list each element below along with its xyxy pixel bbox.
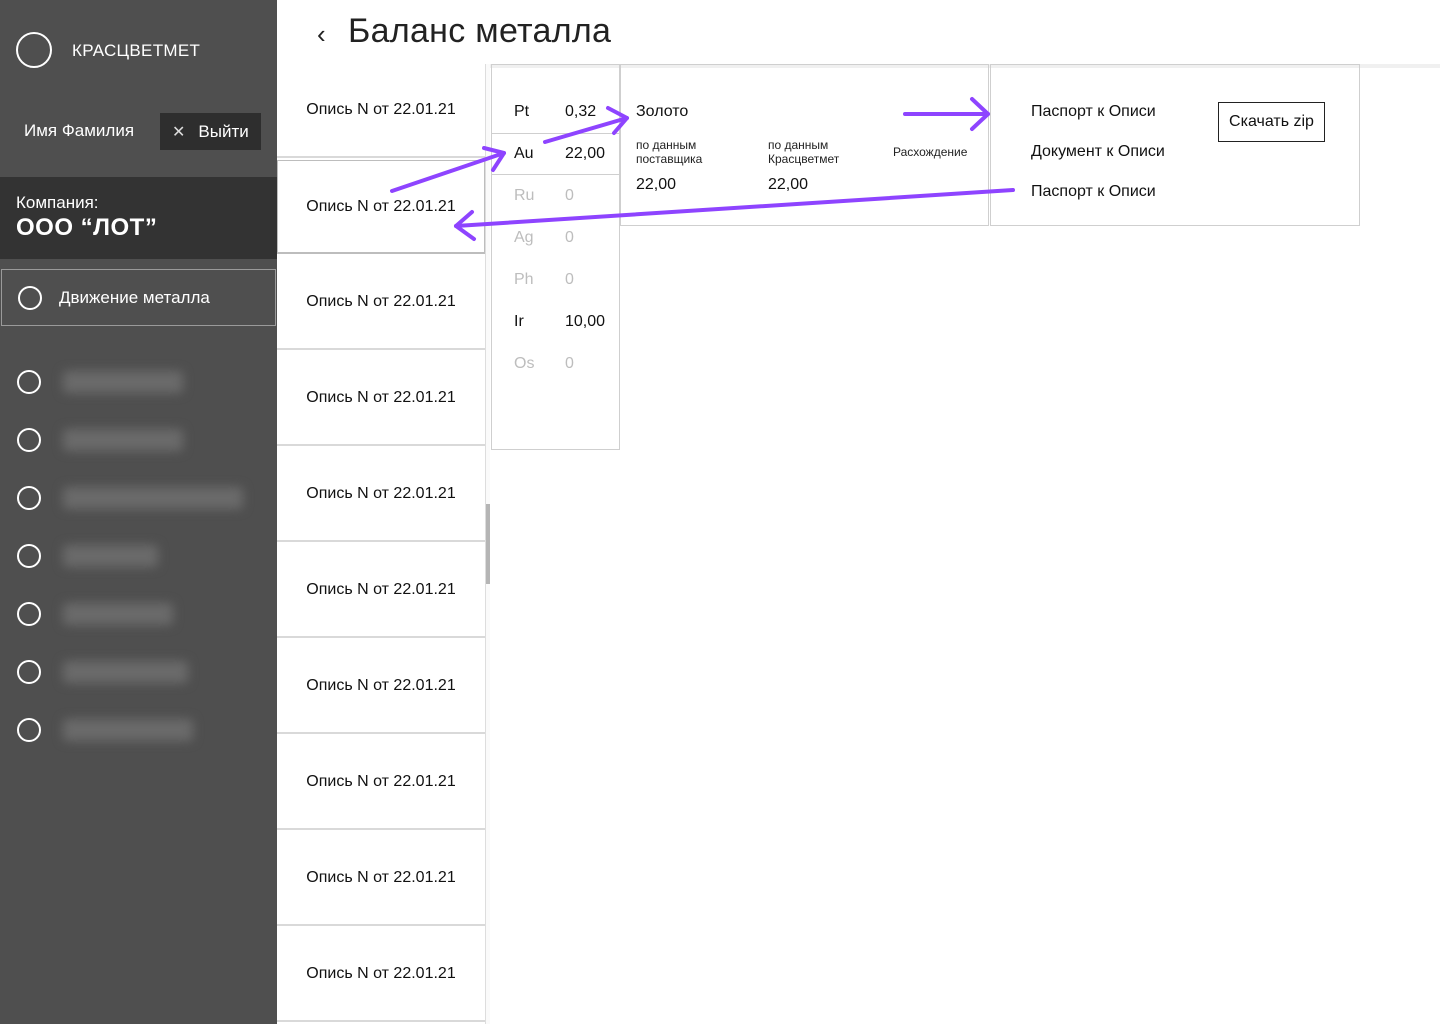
blurred-label [63,719,193,741]
inventory-item[interactable]: Опись N от 22.01.21 [277,832,485,926]
circle-icon [17,486,41,510]
metal-value: 0 [565,187,574,204]
sidebar-item-blurred[interactable] [0,536,277,576]
metal-value: 22,00 [565,145,606,162]
logo-icon [16,32,52,68]
blurred-label [63,603,173,625]
blurred-label [63,487,243,509]
circle-icon [17,660,41,684]
metal-value: 0 [565,229,574,246]
logout-button[interactable]: ✕ Выйти [160,113,261,150]
company-value: 22,00 [768,176,809,193]
metals-table: Pt 0,32 Au 22,00 Ru 0 Ag 0 Ph 0 Ir 10,00… [491,64,620,450]
company-name: ООО “ЛОТ” [16,214,158,241]
inventory-item[interactable]: Опись N от 22.01.21 [277,352,485,446]
metal-symbol: Ir [514,313,524,330]
document-link[interactable]: Паспорт к Описи [1031,103,1156,121]
sidebar: КРАСЦВЕТМЕТ Имя Фамилия ✕ Выйти Компания… [0,0,277,1024]
supplier-caption-line: по данным [636,138,697,152]
company-caption-line: по данным [768,138,829,152]
close-icon: ✕ [172,123,186,141]
blurred-label [63,545,158,567]
logout-label: Выйти [198,121,249,141]
sidebar-item-blurred[interactable] [0,420,277,460]
metal-row-ru[interactable]: Ru 0 [492,175,619,217]
inventory-item[interactable]: Опись N от 22.01.21 [277,448,485,542]
metal-row-au[interactable]: Au 22,00 [492,133,619,175]
documents-card: Паспорт к Описи Документ к Описи Паспорт… [990,64,1360,226]
sidebar-item-blurred[interactable] [0,652,277,692]
metal-symbol: Ru [514,187,535,204]
detail-metal-name: Золото [636,103,689,120]
company-label: Компания: [16,193,99,212]
inventory-item[interactable]: Опись N от 22.01.21 [277,64,485,158]
inventory-item[interactable]: Опись N от 22.01.21 [277,256,485,350]
inventory-item[interactable]: Опись N от 22.01.21 [277,544,485,638]
brand-name: КРАСЦВЕТМЕТ [72,41,201,60]
inventory-item[interactable]: Опись N от 22.01.21 [277,640,485,734]
scrollbar-thumb[interactable] [486,504,490,584]
metal-value: 10,00 [565,313,606,330]
circle-icon [18,285,42,310]
blurred-label [63,371,183,393]
page-title: Баланс металла [348,12,612,50]
metal-symbol: Pt [514,103,530,120]
sidebar-item-blurred[interactable] [0,594,277,634]
document-link[interactable]: Паспорт к Описи [1031,183,1156,201]
inventory-list: Опись N от 22.01.21 Опись N от 22.01.21 … [277,64,486,1024]
supplier-caption: по данным поставщика [636,138,702,166]
inventory-item-selected[interactable]: Опись N от 22.01.21 [277,160,485,254]
metal-symbol: Ag [514,229,534,246]
inventory-item[interactable]: Опись N от 22.01.21 [277,928,485,1022]
circle-icon [17,428,41,452]
document-link[interactable]: Документ к Описи [1031,143,1165,161]
metal-detail-card: Золото по данным поставщика по данным Кр… [620,64,989,226]
metal-row-ir[interactable]: Ir 10,00 [492,301,619,343]
blurred-label [63,429,183,451]
metal-symbol: Ph [514,271,534,288]
sidebar-item-blurred[interactable] [0,362,277,402]
metal-row-os[interactable]: Os 0 [492,343,619,385]
sidebar-item-metal-movement[interactable]: Движение металла [1,269,276,326]
diff-caption: Расхождение [893,145,968,159]
circle-icon [17,370,41,394]
blurred-label [63,661,188,683]
sidebar-item-blurred[interactable] [0,710,277,750]
metal-value: 0 [565,355,574,372]
company-block: Компания: ООО “ЛОТ” [0,177,277,259]
supplier-value: 22,00 [636,176,677,193]
company-caption: по данным Красцветмет [768,138,839,166]
inventory-item[interactable]: Опись N от 22.01.21 [277,736,485,830]
metal-value: 0 [565,271,574,288]
metal-symbol: Au [514,145,534,162]
metal-symbol: Os [514,355,535,372]
sidebar-item-label: Движение металла [59,287,210,307]
sidebar-item-blurred[interactable] [0,478,277,518]
metal-value: 0,32 [565,103,597,120]
metal-row-ag[interactable]: Ag 0 [492,217,619,259]
metal-row-pt[interactable]: Pt 0,32 [492,91,619,133]
chevron-left-icon[interactable]: ‹ [317,19,326,50]
metal-row-ph[interactable]: Ph 0 [492,259,619,301]
user-name: Имя Фамилия [24,121,135,140]
company-caption-line: Красцветмет [768,152,840,166]
circle-icon [17,718,41,742]
circle-icon [17,602,41,626]
download-zip-button[interactable]: Скачать zip [1218,102,1325,142]
circle-icon [17,544,41,568]
supplier-caption-line: поставщика [636,152,703,166]
